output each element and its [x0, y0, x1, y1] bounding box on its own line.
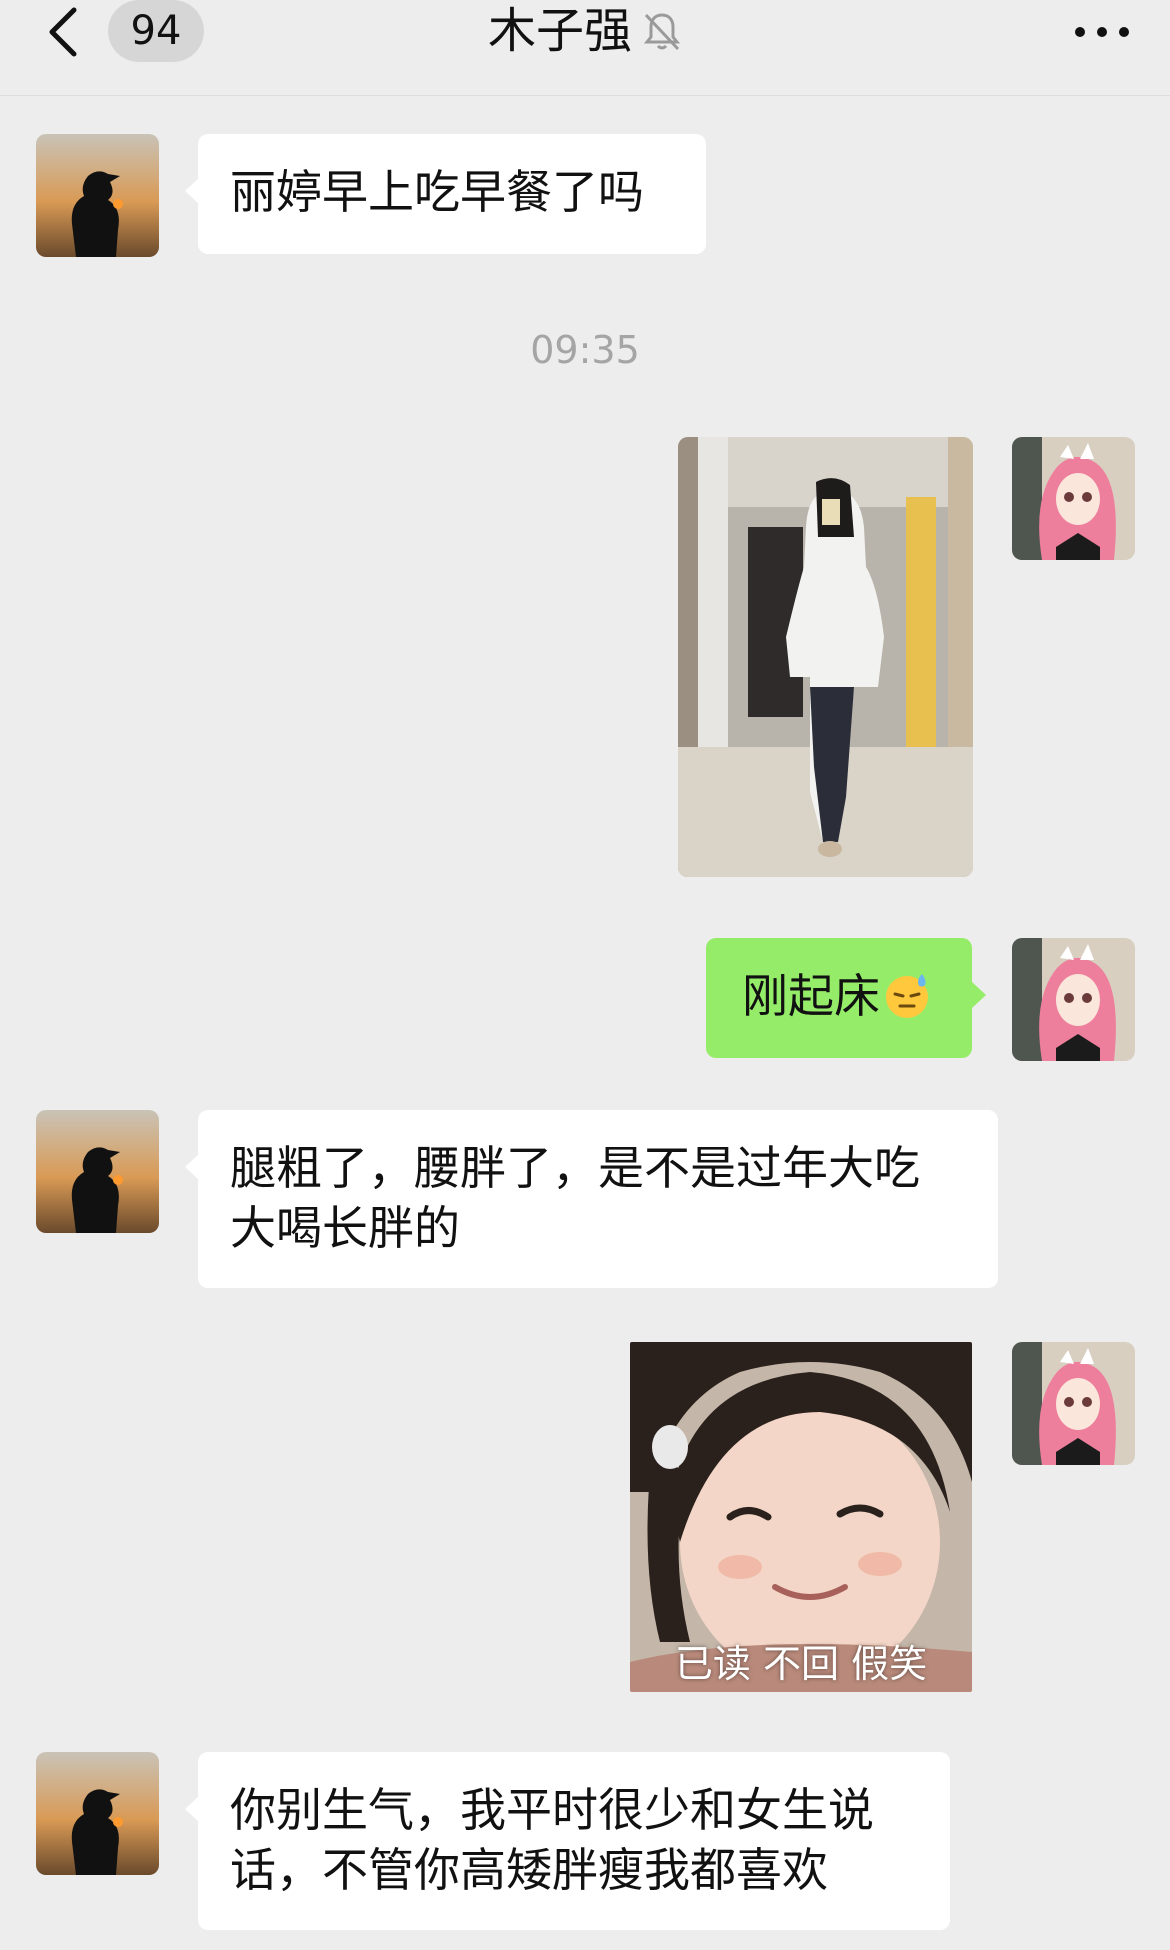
chat-header: 94 木子强 — [0, 0, 1170, 96]
self-avatar[interactable] — [1012, 938, 1135, 1061]
message-timestamp: 09:35 — [530, 328, 640, 372]
message-text-line: 话，不管你高矮胖瘦我都喜欢 — [230, 1843, 828, 1897]
message-text-line: 腿粗了，腰胖了，是不是过年大吃 — [230, 1141, 920, 1195]
message-bubble-received[interactable]: 丽婷早上吃早餐了吗 — [185, 134, 706, 254]
unread-count-badge[interactable]: 94 — [108, 0, 204, 62]
contact-avatar[interactable] — [36, 134, 159, 257]
more-button[interactable] — [1070, 4, 1134, 58]
sweat-smile-emoji — [886, 974, 928, 1018]
self-avatar[interactable] — [1012, 1342, 1135, 1465]
message-text: 丽婷早上吃早餐了吗 — [230, 165, 644, 219]
message-bubble-sent[interactable]: 刚起床 — [706, 938, 986, 1058]
message-bubble-received[interactable]: 你别生气，我平时很少和女生说 话，不管你高矮胖瘦我都喜欢 — [185, 1752, 950, 1930]
more-dots-icon — [1075, 27, 1129, 37]
sticker-image[interactable]: 已读 不回 假笑 — [630, 1342, 972, 1692]
message-text-line: 你别生气，我平时很少和女生说 — [230, 1783, 874, 1837]
contact-avatar[interactable] — [36, 1110, 159, 1233]
message-text-line: 大喝长胖的 — [230, 1201, 460, 1255]
back-button[interactable] — [38, 2, 88, 62]
message-text: 刚起床 — [742, 969, 880, 1023]
chat-title[interactable]: 木子强 — [488, 0, 632, 62]
message-bubble-received[interactable]: 腿粗了，腰胖了，是不是过年大吃 大喝长胖的 — [185, 1110, 998, 1288]
bell-muted-icon — [643, 13, 681, 51]
self-avatar[interactable] — [1012, 437, 1135, 560]
mirror-selfie-photo[interactable] — [678, 437, 973, 877]
contact-avatar[interactable] — [36, 1752, 159, 1875]
chevron-left-icon — [49, 7, 77, 57]
sticker-caption: 已读 不回 假笑 — [674, 1642, 928, 1686]
